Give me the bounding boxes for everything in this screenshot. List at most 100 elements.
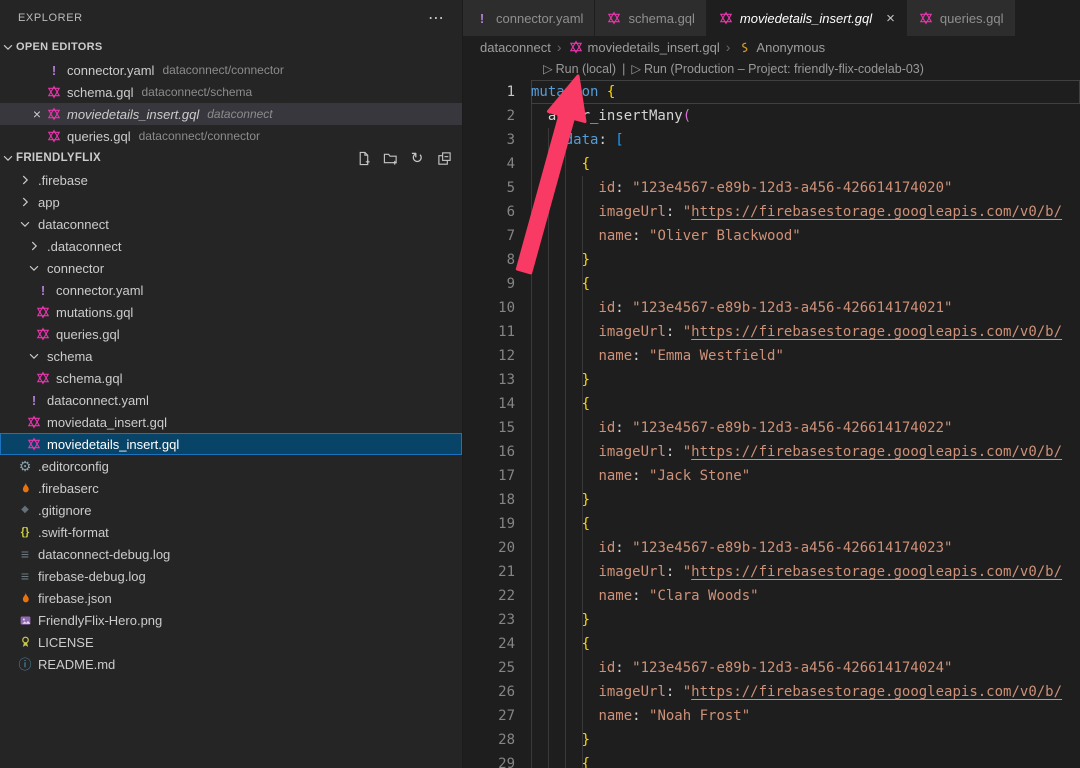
yaml-icon: ! <box>35 284 51 297</box>
breadcrumb-segment[interactable]: Anonymous <box>736 40 825 55</box>
gear-icon: ⚙ <box>17 459 33 473</box>
run-production-label: Run (Production – Project: friendly-flix… <box>644 62 924 76</box>
code-line: 11 imageUrl: "https://firebasestorage.go… <box>463 320 1080 344</box>
file-icon-slot: ! <box>35 284 51 297</box>
tree-folder-schema[interactable]: schema <box>0 345 462 367</box>
tree-file-FriendlyFlix-Hero.png[interactable]: FriendlyFlix-Hero.png <box>0 609 462 631</box>
refresh-icon: ↻ <box>409 151 425 166</box>
refresh-button[interactable]: ↻ <box>407 148 427 168</box>
code-line: 4 { <box>463 152 1080 176</box>
tree-file-moviedata_insert.gql[interactable]: moviedata_insert.gql <box>0 411 462 433</box>
braces-icon: {} <box>17 527 33 538</box>
workspace-header[interactable]: FRIENDLYFLIX ↻ <box>0 147 462 169</box>
line-text: } <box>531 728 1080 752</box>
chevron-right-icon <box>17 173 33 187</box>
open-editor-item[interactable]: ×moviedetails_insert.gqldataconnect <box>0 103 462 125</box>
open-editor-description: dataconnect/schema <box>141 85 252 99</box>
workspace-actions: ↻ <box>353 148 454 168</box>
tab-schema.gql[interactable]: schema.gql <box>595 0 706 36</box>
run-production-link[interactable]: ▷ Run (Production – Project: friendly-fl… <box>631 62 924 76</box>
open-editor-label: schema.gql <box>67 85 133 100</box>
codelens-separator: | <box>622 62 625 76</box>
tree-file-.swift-format[interactable]: {}.swift-format <box>0 521 462 543</box>
open-editor-item[interactable]: schema.gql dataconnect/schema <box>0 81 462 103</box>
new-folder-button[interactable] <box>380 148 400 168</box>
graphql-icon <box>46 107 62 121</box>
code-line: 20 id: "123e4567-e89b-12d3-a456-42661417… <box>463 536 1080 560</box>
run-local-link[interactable]: ▷ Run (local) <box>543 62 616 76</box>
line-number: 10 <box>463 296 531 320</box>
file-icon-slot <box>26 415 42 429</box>
log-icon: ≡ <box>17 547 33 561</box>
new-file-icon <box>355 151 371 166</box>
yaml-icon: ! <box>474 12 490 25</box>
open-editor-item[interactable]: !connector.yamldataconnect/connector <box>0 59 462 81</box>
close-editor-icon[interactable]: × <box>28 106 46 122</box>
line-text: { <box>531 272 1080 296</box>
breadcrumb-segment[interactable]: dataconnect <box>480 40 551 55</box>
line-text: id: "123e4567-e89b-12d3-a456-42661417402… <box>531 176 1080 200</box>
tree-file-queries.gql[interactable]: queries.gql <box>0 323 462 345</box>
tree-item-label: app <box>38 195 60 210</box>
line-number: 23 <box>463 608 531 632</box>
open-editors-header[interactable]: OPEN EDITORS <box>0 35 462 59</box>
line-number: 15 <box>463 416 531 440</box>
file-icon-slot: ⓘ <box>17 658 33 671</box>
line-text: data: [ <box>531 128 1080 152</box>
code-area[interactable]: 1mutation {2 actor_insertMany(3 data: [4… <box>463 80 1080 768</box>
tree-file-firebase-debug.log[interactable]: ≡firebase-debug.log <box>0 565 462 587</box>
file-icon-slot: ◆ <box>17 505 33 515</box>
chevron-down-icon <box>26 349 42 363</box>
tree-file-.firebaserc[interactable]: .firebaserc <box>0 477 462 499</box>
tab-queries.gql[interactable]: queries.gql <box>907 0 1016 36</box>
tab-moviedetails_insert.gql[interactable]: moviedetails_insert.gql× <box>707 0 907 36</box>
tree-file-dataconnect-debug.log[interactable]: ≡dataconnect-debug.log <box>0 543 462 565</box>
new-file-button[interactable] <box>353 148 373 168</box>
line-text: id: "123e4567-e89b-12d3-a456-42661417402… <box>531 296 1080 320</box>
close-icon[interactable]: × <box>886 11 895 26</box>
tab-connector.yaml[interactable]: !connector.yaml <box>463 0 595 36</box>
tab-label: queries.gql <box>940 11 1004 26</box>
line-text: id: "123e4567-e89b-12d3-a456-42661417402… <box>531 536 1080 560</box>
tree-folder-.firebase[interactable]: .firebase <box>0 169 462 191</box>
tree-file-dataconnect.yaml[interactable]: !dataconnect.yaml <box>0 389 462 411</box>
line-text: { <box>531 632 1080 656</box>
tree-folder-.dataconnect[interactable]: .dataconnect <box>0 235 462 257</box>
git-icon: ◆ <box>17 505 33 515</box>
line-text: } <box>531 248 1080 272</box>
tree-file-README.md[interactable]: ⓘ README.md <box>0 653 462 675</box>
chevron-right-icon <box>26 239 42 253</box>
tree-file-connector.yaml[interactable]: !connector.yaml <box>0 279 462 301</box>
collapse-all-button[interactable] <box>434 148 454 168</box>
tree-file-firebase.json[interactable]: firebase.json <box>0 587 462 609</box>
line-text: } <box>531 368 1080 392</box>
open-editors-list: !connector.yamldataconnect/connectorsche… <box>0 59 462 147</box>
breadcrumb-label: moviedetails_insert.gql <box>588 40 720 55</box>
code-line: 22 name: "Clara Woods" <box>463 584 1080 608</box>
tree-item-label: README.md <box>38 657 115 672</box>
tree-file-LICENSE[interactable]: LICENSE <box>0 631 462 653</box>
explorer-sidebar: EXPLORER ⋯ OPEN EDITORS !connector.yamld… <box>0 0 463 768</box>
line-text: { <box>531 512 1080 536</box>
graphql-icon <box>46 85 62 99</box>
tree-folder-app[interactable]: app <box>0 191 462 213</box>
graphql-icon <box>35 305 51 319</box>
tree-file-moviedetails_insert.gql[interactable]: moviedetails_insert.gql <box>0 433 462 455</box>
tree-folder-connector[interactable]: connector <box>0 257 462 279</box>
tree-file-schema.gql[interactable]: schema.gql <box>0 367 462 389</box>
breadcrumb-segment[interactable]: moviedetails_insert.gql <box>568 40 720 55</box>
tree-folder-dataconnect[interactable]: dataconnect <box>0 213 462 235</box>
tree-file-.gitignore[interactable]: ◆.gitignore <box>0 499 462 521</box>
line-number: 1 <box>463 80 531 104</box>
file-icon-slot <box>17 614 33 627</box>
tree-file-mutations.gql[interactable]: mutations.gql <box>0 301 462 323</box>
open-editor-item[interactable]: queries.gqldataconnect/connector <box>0 125 462 147</box>
tree-file-.editorconfig[interactable]: ⚙.editorconfig <box>0 455 462 477</box>
code-line: 19 { <box>463 512 1080 536</box>
open-editors-title: OPEN EDITORS <box>16 41 103 53</box>
file-icon-slot: {} <box>17 527 33 538</box>
line-text: } <box>531 488 1080 512</box>
line-number: 26 <box>463 680 531 704</box>
line-number: 12 <box>463 344 531 368</box>
more-actions-icon[interactable]: ⋯ <box>428 8 444 28</box>
